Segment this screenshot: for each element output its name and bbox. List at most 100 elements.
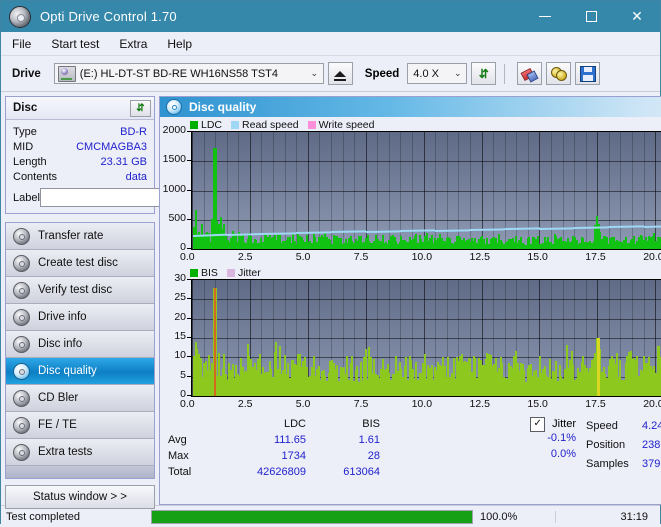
progress-bar — [151, 509, 473, 524]
read-speed-line — [226, 232, 262, 236]
legend-swatch-write-speed — [307, 121, 316, 129]
jitter-max-value: 0.0% — [550, 448, 576, 460]
maximize-icon — [585, 11, 597, 22]
sidebar-item-create-test-disc[interactable]: Create test disc — [6, 250, 154, 277]
read-speed-line — [539, 226, 575, 230]
sidebar-item-extra-tests[interactable]: Extra tests — [6, 439, 154, 466]
erase-button[interactable] — [517, 62, 543, 85]
speed-select[interactable]: 4.0 X ⌄ — [407, 63, 468, 84]
disc-panel: Disc ⇵ Type BD-R MID CMCMAGBA3 Length 23… — [5, 96, 245, 214]
menu-help[interactable]: Help — [167, 37, 192, 51]
jitter-checkbox[interactable]: ✓ — [530, 416, 546, 432]
legend-item-write-speed: Write speed — [307, 119, 375, 131]
readout-speed-label: Speed — [586, 419, 618, 432]
drive-select-value: (E:) HL-DT-ST BD-RE WH16NS58 TST4 — [79, 67, 279, 80]
y-axis-tick-label: 500 — [168, 211, 186, 224]
grid-line-horizontal — [192, 299, 661, 300]
disc-mid-value: CMCMAGBA3 — [76, 140, 147, 153]
close-button[interactable]: ✕ — [614, 1, 660, 32]
window-controls: ✕ — [522, 1, 660, 32]
x-axis-tick-label: 7.5 — [353, 398, 369, 410]
y-axis-tick — [187, 218, 191, 220]
disc-icon — [13, 254, 30, 272]
legend-swatch-bis — [190, 269, 198, 277]
sidebar-item-disc-quality[interactable]: Disc quality — [6, 358, 154, 385]
disc-icon — [13, 362, 30, 380]
legend-swatch-jitter — [226, 269, 235, 277]
app-icon — [9, 5, 31, 28]
disc-panel-title: Disc — [13, 102, 38, 114]
menu-file[interactable]: File — [12, 37, 31, 51]
x-axis-tick-label: 17.5 — [585, 398, 606, 410]
x-axis-tick-label: 10.0 — [411, 251, 433, 263]
stats-row-max: Max 1734 28 — [168, 448, 458, 464]
legend-item-ldc: LDC — [190, 119, 222, 131]
status-window-button[interactable]: Status window > > — [5, 485, 155, 509]
grid-line-horizontal — [192, 338, 661, 339]
disc-info-list: Type BD-R MID CMCMAGBA3 Length 23.31 GB … — [6, 120, 245, 213]
legend-label-bis: BIS — [201, 267, 218, 279]
stats-max-bis: 28 — [367, 450, 380, 462]
read-speed-line — [435, 228, 470, 231]
minimize-icon — [539, 15, 551, 18]
readout-samples-label: Samples — [586, 457, 629, 470]
x-axis-tick-label: 2.5 — [237, 398, 253, 410]
x-axis-tick-label: 0.0 — [180, 251, 195, 263]
stats-total-bis: 613064 — [343, 466, 380, 478]
y-axis-tick-label: 30 — [174, 272, 186, 284]
eject-button[interactable] — [327, 62, 353, 85]
sidebar-item-drive-info[interactable]: Drive info — [6, 304, 154, 331]
settings-button[interactable] — [546, 62, 572, 85]
progress-fill — [152, 510, 472, 523]
jitter-column: ✓ Jitter -0.1% 0.0% — [458, 416, 576, 480]
disc-refresh-button[interactable]: ⇵ — [130, 99, 151, 117]
sidebar-item-disc-info[interactable]: Disc info — [6, 331, 154, 358]
sidebar-item-transfer-rate[interactable]: Transfer rate — [6, 223, 154, 250]
drive-select[interactable]: (E:) HL-DT-ST BD-RE WH16NS58 TST4 ⌄ — [53, 63, 324, 84]
y-axis-tick-label: 20 — [174, 310, 186, 323]
drive-toolbar: Drive (E:) HL-DT-ST BD-RE WH16NS58 TST4 … — [1, 56, 660, 92]
read-speed-line — [400, 229, 436, 232]
grid-line-horizontal — [192, 319, 661, 320]
stats-row-avg: Avg 111.65 1.61 — [168, 432, 458, 448]
y-axis-tick — [187, 375, 191, 377]
sidebar-nav-filler — [6, 466, 154, 478]
x-axis-tick-label: 12.5 — [469, 398, 490, 410]
legend-item-jitter: Jitter — [226, 267, 261, 279]
disc-label-label: Label — [13, 191, 40, 204]
menu-bar: File Start test Extra Help — [1, 32, 660, 56]
disc-contents-label: Contents — [13, 170, 58, 183]
sidebar-item-cd-bler[interactable]: CD Bler — [6, 385, 154, 412]
ldc-plot-area — [191, 131, 661, 250]
stats-header-row: LDC BIS — [168, 416, 458, 432]
sidebar-nav: Transfer rate Create test disc Verify te… — [5, 222, 155, 479]
drive-label: Drive — [12, 67, 41, 80]
maximize-button[interactable] — [568, 1, 614, 32]
refresh-button[interactable]: ⇵ — [471, 62, 497, 85]
stats-max-ldc: 1734 — [281, 450, 306, 462]
menu-extra[interactable]: Extra — [119, 37, 147, 51]
legend-item-read-speed: Read speed — [231, 119, 299, 131]
elapsed-time: 31:19 — [555, 510, 660, 523]
stats-avg-bis: 1.61 — [358, 434, 380, 446]
eraser-icon — [522, 68, 537, 79]
sidebar-item-verify-test-disc[interactable]: Verify test disc — [6, 277, 154, 304]
window-title: Opti Drive Control 1.70 — [40, 9, 177, 24]
x-axis-tick-label: 7.5 — [353, 251, 369, 263]
minimize-button[interactable] — [522, 1, 568, 32]
y-axis-tick-label: 10 — [174, 349, 186, 362]
stats-row-label: Total — [168, 466, 192, 478]
menu-start-test[interactable]: Start test — [51, 37, 99, 51]
bis-max-spike — [214, 288, 216, 396]
read-speed-line — [330, 230, 366, 233]
y-axis-tick — [187, 160, 191, 162]
disc-quality-icon — [166, 99, 182, 115]
disc-icon — [13, 308, 30, 326]
save-button[interactable] — [575, 62, 601, 85]
sidebar-item-label: FE / TE — [38, 419, 77, 431]
sidebar: Disc ⇵ Type BD-R MID CMCMAGBA3 Length 23… — [1, 92, 245, 509]
sidebar-item-fe-te[interactable]: FE / TE — [6, 412, 154, 439]
y-axis-tick — [187, 356, 191, 358]
sidebar-item-label: Transfer rate — [38, 230, 104, 242]
sidebar-item-label: Create test disc — [38, 257, 118, 269]
